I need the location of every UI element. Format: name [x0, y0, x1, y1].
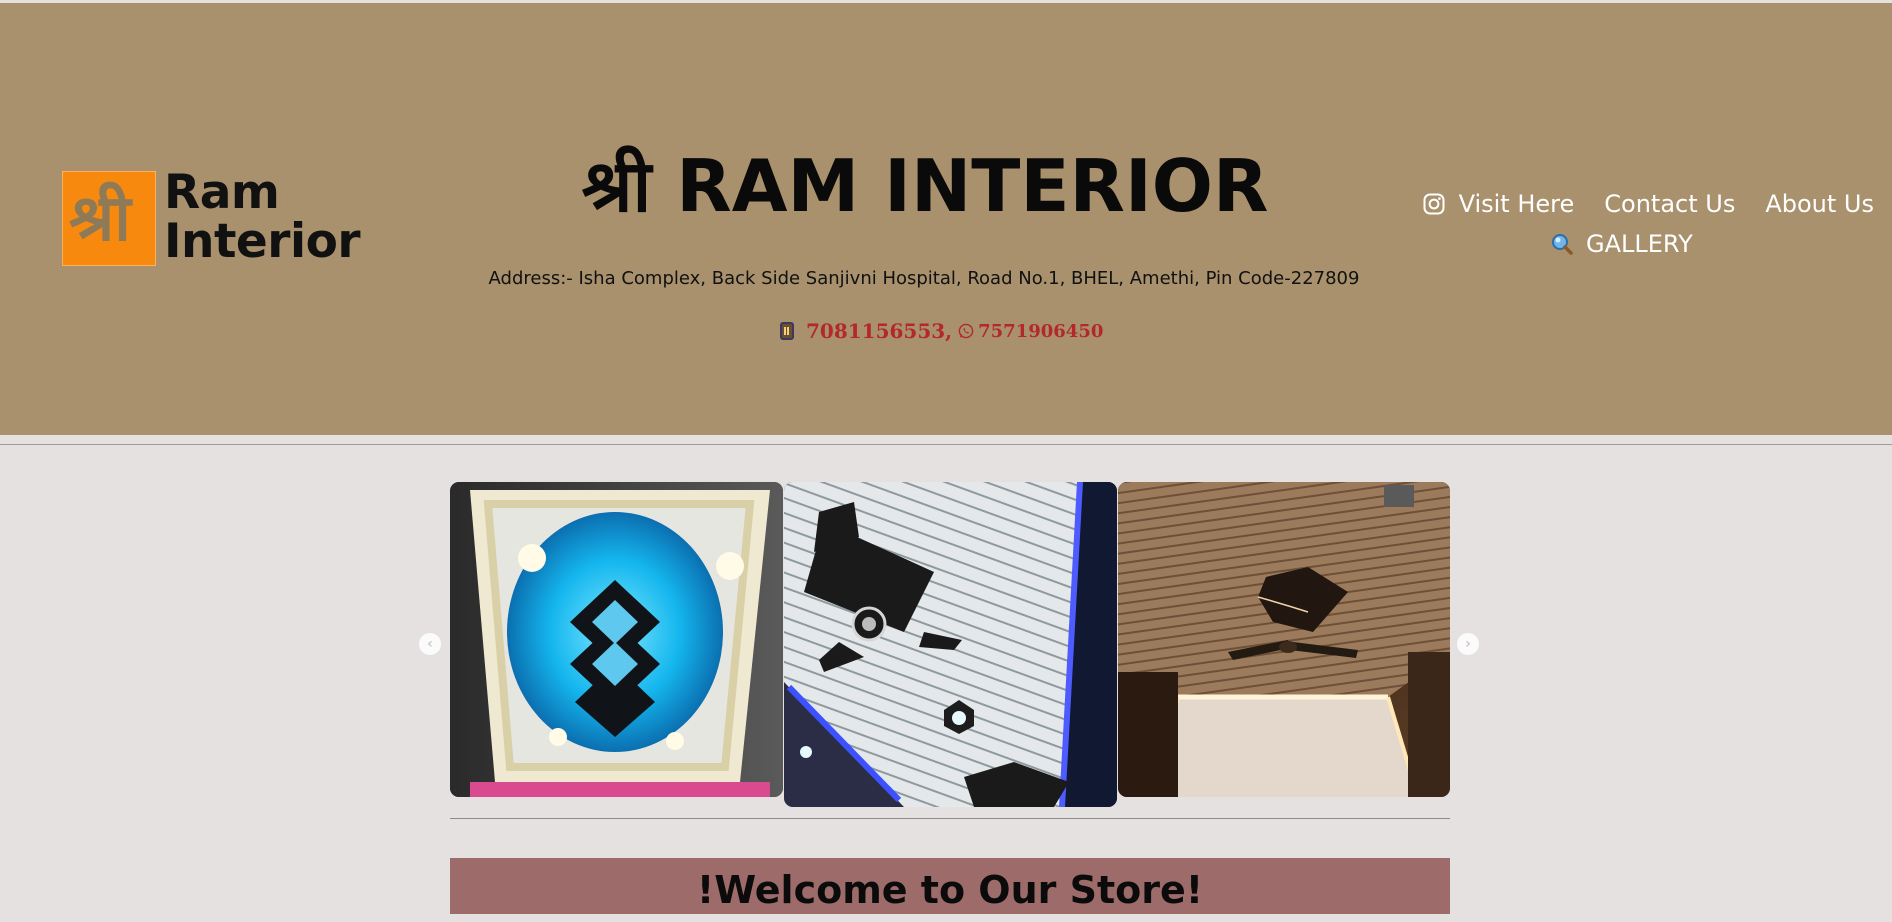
- chevron-left-icon: ‹: [427, 636, 433, 652]
- logo-mark: श्री: [62, 171, 156, 266]
- chevron-right-icon: ›: [1465, 636, 1471, 652]
- logo-wordmark: Ram Interior: [164, 165, 361, 269]
- carousel-slide-2[interactable]: [784, 482, 1117, 807]
- whatsapp-number[interactable]: 7571906450: [978, 321, 1103, 342]
- site-logo[interactable]: श्री Ram Interior: [62, 168, 364, 268]
- nav-visit-label: Visit Here: [1458, 190, 1575, 218]
- welcome-heading: !Welcome to Our Store!: [696, 868, 1204, 912]
- main-nav: Visit Here Contact Us About Us GALLERY: [1414, 183, 1874, 263]
- nav-row-primary: Visit Here Contact Us About Us: [1414, 183, 1874, 225]
- image-carousel: [450, 482, 1450, 807]
- nav-gallery[interactable]: GALLERY: [1550, 225, 1693, 263]
- store-address: Address:- Isha Complex, Back Side Sanjiv…: [488, 268, 1360, 289]
- phone-number[interactable]: 7081156553,: [806, 319, 952, 343]
- nav-visit-here[interactable]: Visit Here: [1423, 183, 1575, 225]
- nav-gallery-label: GALLERY: [1586, 230, 1693, 258]
- carousel-prev-button[interactable]: ‹: [419, 633, 441, 655]
- header-divider: [0, 444, 1892, 445]
- whatsapp-icon: [958, 323, 974, 339]
- carousel-divider: [450, 818, 1450, 819]
- carousel-next-button[interactable]: ›: [1457, 633, 1479, 655]
- carousel-slide-1[interactable]: [450, 482, 783, 797]
- nav-about-us[interactable]: About Us: [1765, 183, 1874, 225]
- ceiling-image-1: [450, 482, 783, 797]
- ceiling-image-2: [784, 482, 1117, 807]
- logo-line-2: Interior: [164, 214, 361, 269]
- magnifier-icon: [1552, 234, 1573, 255]
- phone-icon: [780, 322, 794, 340]
- nav-row-secondary: GALLERY: [1414, 225, 1874, 263]
- instagram-icon: [1423, 193, 1445, 215]
- nav-contact-us[interactable]: Contact Us: [1604, 183, 1735, 225]
- site-title: श्री RAM INTERIOR: [581, 144, 1269, 228]
- ceiling-image-3: [1118, 482, 1450, 797]
- logo-line-1: Ram: [164, 165, 280, 220]
- logo-glyph: श्री: [69, 182, 131, 256]
- site-header: श्री Ram Interior श्री RAM INTERIOR Addr…: [0, 3, 1892, 435]
- contact-phones: 7081156553, 7571906450: [780, 319, 1110, 343]
- welcome-banner: !Welcome to Our Store!: [450, 858, 1450, 914]
- carousel-slide-3[interactable]: [1118, 482, 1450, 797]
